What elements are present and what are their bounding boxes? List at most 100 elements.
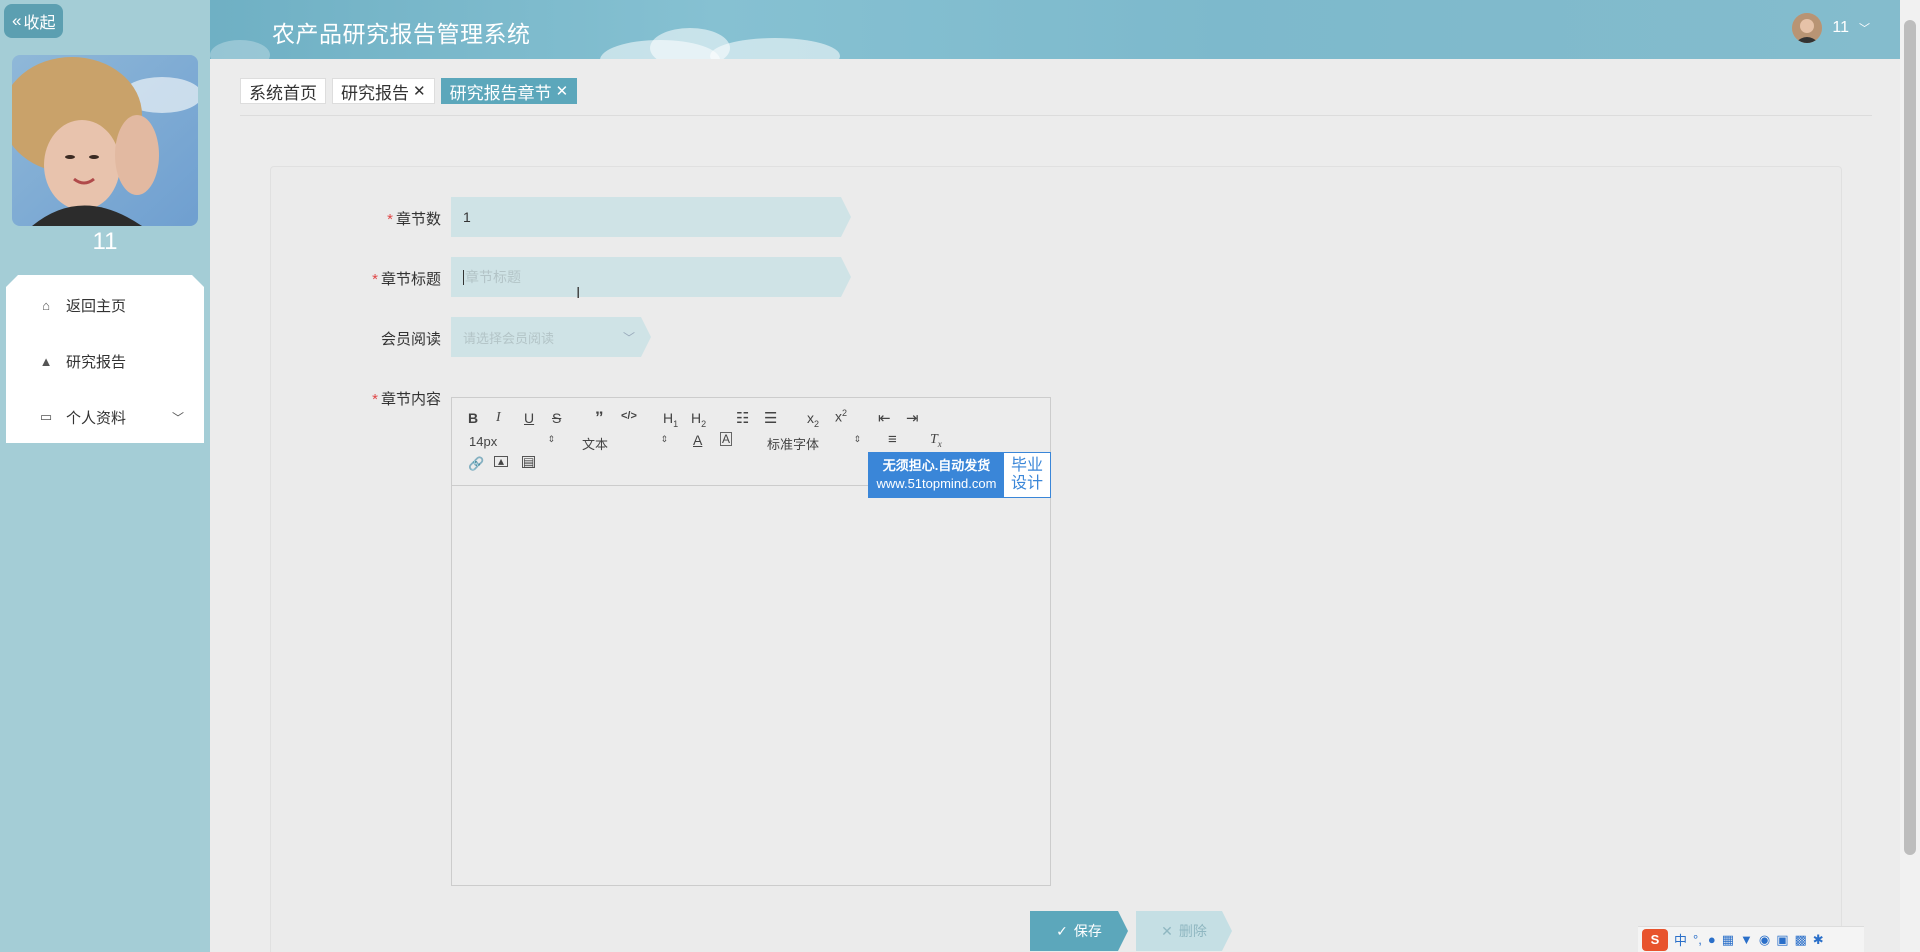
chapter-number-input[interactable]: 1 bbox=[451, 197, 851, 237]
superscript-icon[interactable]: x2 bbox=[835, 408, 847, 425]
robot-icon[interactable]: ◉ bbox=[1759, 932, 1770, 948]
outdent-icon[interactable]: ⇤ bbox=[878, 409, 891, 427]
home-icon: ⌂ bbox=[42, 297, 50, 313]
subscript-icon[interactable]: x2 bbox=[807, 410, 819, 429]
chevron-down-icon: ﹀ bbox=[1859, 23, 1870, 35]
editor-content-area[interactable] bbox=[452, 487, 1050, 885]
chapter-title-placeholder: 章节标题 bbox=[465, 269, 521, 285]
ime-toolbar: S 中 °, ● ▦ ▼ ◉ ▣ ▩ ✱ bbox=[1638, 926, 1864, 952]
keyboard-icon[interactable]: ▦ bbox=[1722, 932, 1734, 948]
sidebar-item-home[interactable]: ⌂ 返回主页 bbox=[6, 285, 204, 325]
image-icon[interactable]: ▴ bbox=[494, 455, 508, 467]
updown-arrow-icon: ⇕ bbox=[853, 434, 861, 444]
heading2-icon[interactable]: H2 bbox=[691, 410, 706, 429]
promo-right2: 设计 bbox=[1010, 475, 1043, 492]
member-read-select[interactable]: 请选择会员阅读 ﹀ bbox=[451, 317, 651, 357]
ordered-list-icon[interactable]: ☷ bbox=[736, 409, 749, 427]
ime-logo[interactable]: S bbox=[1642, 928, 1668, 951]
sidebar-menu: ⌂ 返回主页 ▲ 研究报告 ▭ 个人资料 ﹀ bbox=[6, 275, 204, 443]
tab-research-report-chapter[interactable]: 研究报告章节 ✕ bbox=[440, 78, 578, 104]
profile-photo bbox=[12, 55, 198, 226]
required-asterisk: * bbox=[372, 391, 378, 408]
sidebar-item-label: 研究报告 bbox=[66, 353, 127, 371]
sidebar-item-label: 返回主页 bbox=[66, 297, 127, 315]
sidebar-item-label: 个人资料 bbox=[66, 409, 127, 427]
align-icon[interactable]: ≡ bbox=[888, 431, 897, 448]
sidebar-username: 11 bbox=[92, 228, 118, 255]
grid-icon[interactable]: ▣ bbox=[1776, 932, 1788, 948]
italic-icon[interactable]: I bbox=[496, 410, 501, 426]
font-family-select[interactable]: 标准字体 ⇕ bbox=[767, 434, 861, 453]
tab-home[interactable]: 系统首页 bbox=[240, 78, 326, 104]
collapse-button[interactable]: « 收起 bbox=[4, 4, 64, 38]
tab-label: 研究报告章节 bbox=[449, 83, 552, 103]
save-label: 保存 bbox=[1073, 923, 1102, 939]
updown-arrow-icon: ⇕ bbox=[547, 434, 555, 444]
link-icon[interactable]: 🔗 bbox=[468, 456, 484, 472]
tab-research-report[interactable]: 研究报告 ✕ bbox=[332, 78, 435, 104]
user-menu[interactable]: 11 ﹀ bbox=[1792, 13, 1870, 43]
sidebar: « 收起 11 ⌂ 返回主页 ▲ 研究报告 ▭ 个人资料 ﹀ bbox=[0, 0, 210, 952]
header-username: 11 bbox=[1832, 19, 1849, 36]
chapter-title-input[interactable]: 章节标题 bbox=[451, 257, 851, 297]
apps-icon[interactable]: ▩ bbox=[1795, 932, 1807, 948]
double-chevron-left-icon: « bbox=[12, 11, 22, 30]
chapter-number-label: * 章节数 bbox=[387, 211, 441, 228]
close-icon[interactable]: ✕ bbox=[413, 82, 426, 100]
block-type-select[interactable]: 文本 ⇕ bbox=[582, 434, 668, 453]
chevron-down-icon: ﹀ bbox=[622, 330, 635, 345]
sidebar-item-profile[interactable]: ▭ 个人资料 ﹀ bbox=[6, 397, 204, 437]
settings-icon[interactable]: ✱ bbox=[1813, 932, 1824, 948]
chevron-down-icon: ﹀ bbox=[171, 410, 184, 425]
wallet-icon: ▭ bbox=[39, 409, 53, 424]
shirt-icon[interactable]: ▼ bbox=[1740, 932, 1753, 947]
strikethrough-icon[interactable]: S bbox=[552, 410, 561, 426]
bullet-list-icon[interactable]: ☰ bbox=[764, 409, 777, 427]
chapter-number-value: 1 bbox=[463, 209, 471, 225]
underline-icon[interactable]: U bbox=[524, 410, 534, 426]
punctuation-icon[interactable]: °, bbox=[1693, 932, 1702, 947]
cloud-decoration bbox=[710, 38, 840, 59]
delete-label: 删除 bbox=[1178, 923, 1207, 939]
ime-mode[interactable]: 中 bbox=[1674, 930, 1687, 949]
heading1-icon[interactable]: H1 bbox=[663, 410, 678, 429]
promo-right1: 毕业 bbox=[1010, 457, 1043, 474]
chapter-title-label: * 章节标题 bbox=[372, 271, 441, 288]
chapter-content-label: * 章节内容 bbox=[372, 391, 441, 408]
promo-line1: 无须担心.自动发货 bbox=[882, 458, 991, 473]
delete-button[interactable]: ✕ 删除 bbox=[1136, 911, 1232, 951]
promo-left: 无须担心.自动发货 www.51topmind.com bbox=[869, 453, 1004, 497]
member-read-label: 会员阅读 bbox=[380, 331, 441, 348]
promo-right: 毕业 设计 bbox=[1004, 453, 1050, 497]
microphone-icon[interactable]: ● bbox=[1708, 932, 1716, 947]
bold-icon[interactable]: B bbox=[468, 410, 478, 426]
tab-bar: 系统首页 研究报告 ✕ 研究报告章节 ✕ bbox=[240, 78, 578, 104]
scrollbar-thumb[interactable] bbox=[1904, 20, 1916, 855]
font-size-select[interactable]: 14px ⇕ bbox=[469, 434, 555, 449]
check-icon: ✓ bbox=[1056, 922, 1068, 939]
sidebar-item-research-report[interactable]: ▲ 研究报告 bbox=[6, 341, 204, 381]
video-icon[interactable]: ▤ bbox=[522, 456, 535, 468]
tabs-divider bbox=[240, 115, 1872, 116]
font-color-icon[interactable]: A bbox=[693, 432, 702, 448]
close-icon: ✕ bbox=[1161, 922, 1173, 939]
quote-icon[interactable]: ” bbox=[595, 408, 604, 428]
text-caret bbox=[463, 270, 464, 285]
promo-url: www.51topmind.com bbox=[876, 476, 997, 491]
cloud-decoration bbox=[210, 40, 270, 59]
close-icon[interactable]: ✕ bbox=[556, 82, 569, 100]
text-cursor-icon: I bbox=[576, 285, 581, 302]
user-icon: ▲ bbox=[39, 353, 53, 369]
app-title: 农产品研究报告管理系统 bbox=[272, 21, 531, 47]
collapse-label: 收起 bbox=[23, 15, 56, 32]
required-asterisk: * bbox=[387, 211, 393, 228]
promo-banner[interactable]: 无须担心.自动发货 www.51topmind.com 毕业 设计 bbox=[868, 452, 1051, 498]
page-scrollbar[interactable] bbox=[1900, 0, 1920, 952]
indent-icon[interactable]: ⇥ bbox=[906, 409, 919, 427]
updown-arrow-icon: ⇕ bbox=[660, 434, 668, 444]
clear-format-icon[interactable]: Tx bbox=[930, 432, 942, 449]
save-button[interactable]: ✓ 保存 bbox=[1030, 911, 1128, 951]
background-color-icon[interactable]: A bbox=[720, 432, 733, 446]
tab-label: 研究报告 bbox=[341, 83, 409, 103]
code-icon[interactable]: </> bbox=[621, 410, 637, 422]
